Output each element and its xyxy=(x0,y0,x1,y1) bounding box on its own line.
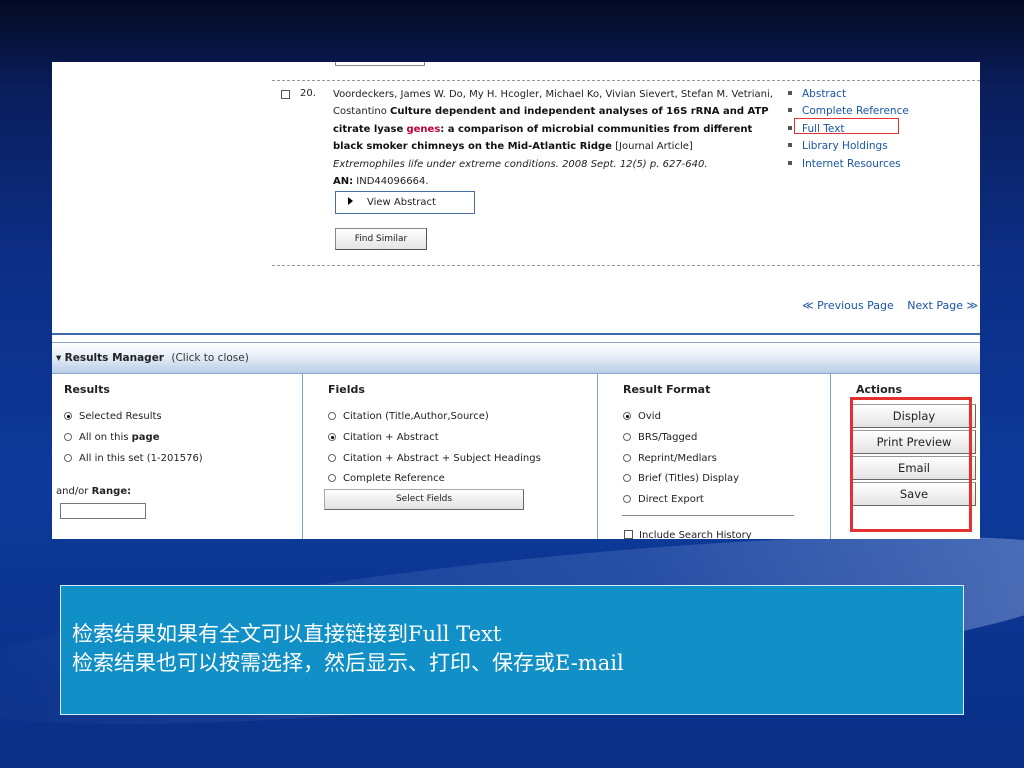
caption-line-1: 检索结果如果有全文可以直接链接到Full Text xyxy=(72,622,502,646)
results-opt-page[interactable]: All on this page xyxy=(64,432,160,443)
record-an-label: AN: xyxy=(333,176,354,188)
record-an-value: IND44096664. xyxy=(356,176,429,188)
fields-heading: Fields xyxy=(328,383,365,396)
bullet-icon xyxy=(788,91,792,95)
bullet-icon xyxy=(788,160,792,165)
record-number: 20. xyxy=(300,88,316,99)
fields-opt-citation-abstract[interactable]: Citation + Abstract xyxy=(328,432,439,443)
results-manager-title: Results Manager xyxy=(64,352,164,364)
caption-line-2: 检索结果也可以按需选择，然后显示、打印、保存或E-mail xyxy=(72,651,624,675)
screenshot-panel: 20. Voordeckers, James W. Do, My H. Hcog… xyxy=(52,62,980,539)
result-format-heading: Result Format xyxy=(623,383,711,396)
history-checkbox[interactable] xyxy=(624,530,633,539)
previous-record-button-stub[interactable] xyxy=(335,62,425,66)
bullet-icon xyxy=(788,108,792,113)
radio-icon xyxy=(64,454,72,462)
record-title-highlight: genes xyxy=(406,123,441,135)
actions-heading: Actions xyxy=(856,383,902,396)
next-page-link[interactable]: Next Page ≫ xyxy=(907,299,978,312)
results-manager-header[interactable]: ▾ Results Manager (Click to close) xyxy=(52,342,980,374)
record-select-checkbox[interactable] xyxy=(281,90,290,99)
range-input[interactable] xyxy=(60,503,146,519)
fields-column: Fields Citation (Title,Author,Source) Ci… xyxy=(302,373,598,539)
radio-icon xyxy=(64,433,72,441)
record-source: Extremophiles life under extreme conditi… xyxy=(333,158,708,170)
slide-caption: 检索结果如果有全文可以直接链接到Full Text 检索结果也可以按需选择，然后… xyxy=(60,585,964,715)
format-opt-brs[interactable]: BRS/Tagged xyxy=(623,432,697,443)
radio-icon xyxy=(328,474,336,482)
fields-opt-citation[interactable]: Citation (Title,Author,Source) xyxy=(328,411,489,422)
results-column: Results Selected Results All on this pag… xyxy=(52,373,302,539)
radio-selected-icon xyxy=(623,412,631,420)
results-manager-body: Results Selected Results All on this pag… xyxy=(52,373,980,539)
radio-icon xyxy=(623,495,631,503)
radio-icon xyxy=(328,412,336,420)
pager: ≪ Previous Page Next Page ≫ xyxy=(792,299,978,312)
radio-icon xyxy=(623,454,631,462)
format-opt-ovid[interactable]: Ovid xyxy=(623,411,661,422)
record-divider-bottom xyxy=(272,265,980,266)
actions-highlight-box xyxy=(850,397,972,532)
view-abstract-label: View Abstract xyxy=(367,197,436,208)
radio-icon xyxy=(623,474,631,482)
view-abstract-button[interactable]: View Abstract xyxy=(335,191,475,214)
results-heading: Results xyxy=(64,383,110,396)
collapse-triangle-icon: ▾ xyxy=(56,352,62,364)
radio-selected-icon xyxy=(64,412,72,420)
results-manager-divider xyxy=(52,333,980,335)
include-search-history[interactable]: Include Search History xyxy=(624,530,752,539)
format-opt-direct-export[interactable]: Direct Export xyxy=(623,494,704,505)
results-opt-selected[interactable]: Selected Results xyxy=(64,411,162,422)
radio-icon xyxy=(328,454,336,462)
format-opt-reprint[interactable]: Reprint/Medlars xyxy=(623,453,717,464)
radio-icon xyxy=(623,433,631,441)
fields-opt-complete-reference[interactable]: Complete Reference xyxy=(328,473,445,484)
previous-page-link[interactable]: ≪ Previous Page xyxy=(802,299,894,312)
results-manager-hint: (Click to close) xyxy=(171,352,249,364)
record-citation: Voordeckers, James W. Do, My H. Hcogler,… xyxy=(333,86,778,190)
expand-triangle-icon xyxy=(348,197,353,205)
abstract-link[interactable]: Abstract xyxy=(788,86,909,103)
range-label: and/or Range: xyxy=(56,486,132,497)
radio-selected-icon xyxy=(328,433,336,441)
internet-resources-link[interactable]: Internet Resources xyxy=(788,156,909,173)
format-divider xyxy=(622,515,794,516)
library-holdings-link[interactable]: Library Holdings xyxy=(788,138,909,155)
record-divider-top xyxy=(272,80,980,81)
bullet-icon xyxy=(788,125,792,130)
bullet-icon xyxy=(788,143,792,148)
full-text-highlight-box xyxy=(794,118,899,134)
results-opt-all[interactable]: All in this set (1-201576) xyxy=(64,453,203,464)
find-similar-button[interactable]: Find Similar xyxy=(335,228,427,250)
record-doc-type: [Journal Article] xyxy=(615,141,693,153)
select-fields-button[interactable]: Select Fields xyxy=(324,489,524,510)
format-opt-brief[interactable]: Brief (Titles) Display xyxy=(623,473,739,484)
fields-opt-citation-abstract-subject[interactable]: Citation + Abstract + Subject Headings xyxy=(328,453,541,464)
